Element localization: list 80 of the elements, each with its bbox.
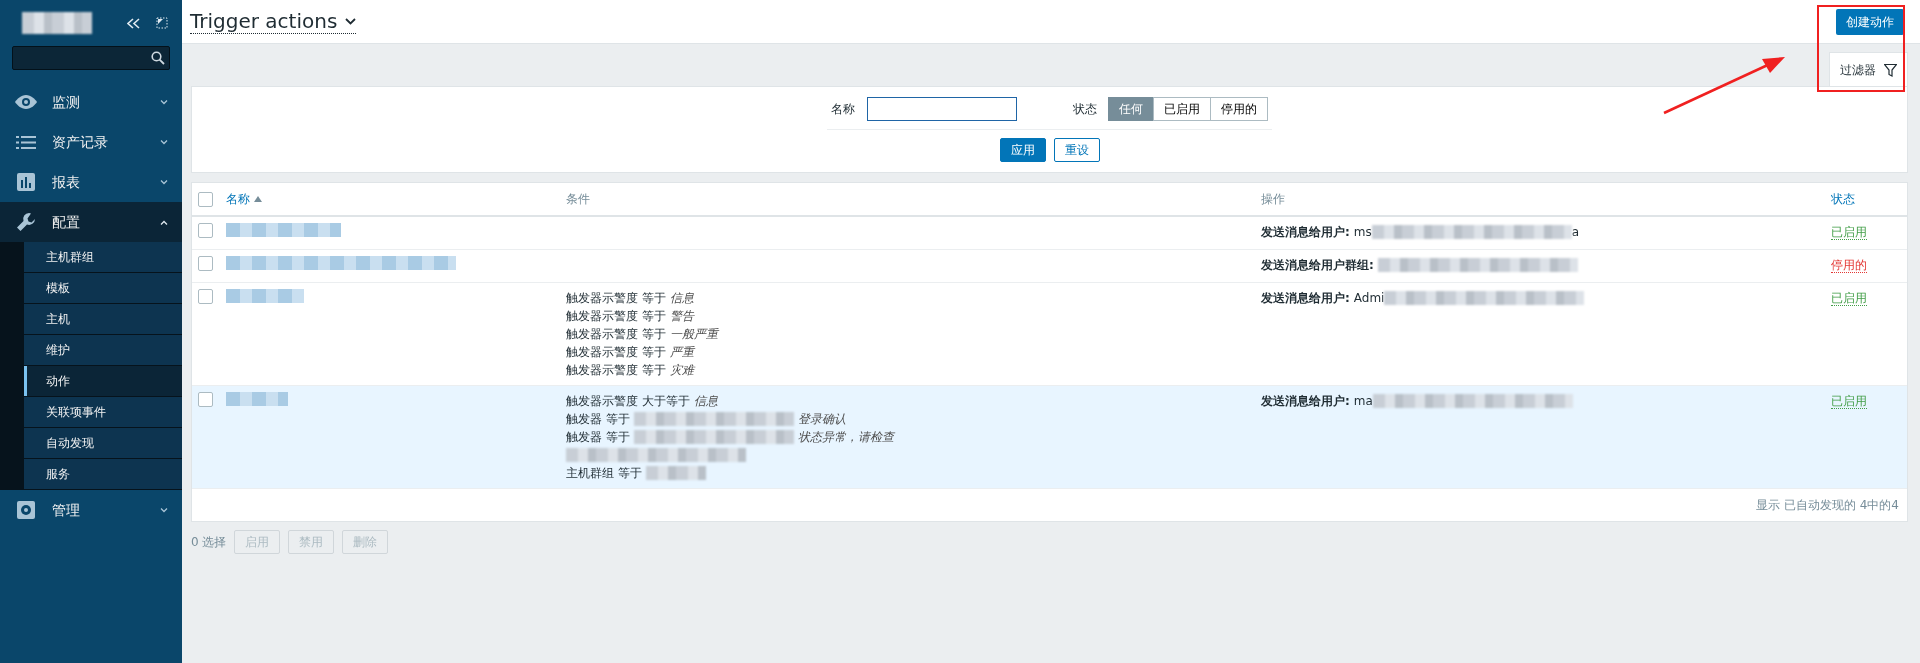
chevron-down-icon: [160, 99, 168, 105]
condition-text: 触发器示警度 等于: [566, 308, 666, 325]
condition-value: 登录确认: [797, 411, 846, 428]
condition-value: 信息: [693, 393, 718, 410]
chevron-down-icon: [160, 507, 168, 513]
filter-icon: [1884, 63, 1897, 77]
chevron-down-icon: [160, 179, 168, 185]
menu-item[interactable]: 资产记录: [0, 122, 182, 162]
submenu-item[interactable]: 服务: [24, 459, 182, 490]
row-checkbox[interactable]: [198, 289, 213, 304]
expand-icon[interactable]: [156, 17, 168, 29]
state-option[interactable]: 停用的: [1210, 97, 1268, 121]
chevron-down-icon: [345, 17, 357, 25]
condition-text: 触发器示警度 等于: [566, 344, 666, 361]
condition-value: 警告: [669, 308, 694, 325]
list-icon: [16, 135, 36, 149]
blurred-logo: [22, 12, 92, 34]
condition-value: 信息: [669, 290, 694, 307]
chevron-up-icon: [160, 219, 168, 225]
page-title[interactable]: Trigger actions: [190, 9, 357, 34]
settings-icon: [17, 501, 35, 519]
recipient-text: ms: [1353, 224, 1372, 241]
column-header-link[interactable]: 名称: [226, 190, 262, 208]
condition-value: 状态异常，请检查: [797, 429, 894, 446]
reset-button[interactable]: 重设: [1053, 138, 1100, 162]
condition-text: 触发器示警度 大于等于: [566, 393, 690, 410]
state-option[interactable]: 已启用: [1153, 97, 1211, 121]
status-link[interactable]: 已启用: [1831, 291, 1868, 306]
menu-item[interactable]: 监测: [0, 82, 182, 122]
condition-value: 灾难: [669, 362, 694, 379]
column-header: 操作: [1261, 192, 1285, 206]
row-checkbox[interactable]: [198, 223, 213, 238]
menu-item[interactable]: 报表: [0, 162, 182, 202]
condition-value: 一般严重: [669, 326, 718, 343]
menu-item[interactable]: 配置: [0, 202, 182, 242]
submenu-item[interactable]: 自动发现: [24, 428, 182, 459]
operation-label: 发送消息给用户群组:: [1261, 257, 1374, 274]
row-checkbox[interactable]: [198, 392, 213, 407]
create-button[interactable]: 创建动作: [1836, 8, 1904, 35]
collapse-icon[interactable]: [127, 17, 140, 29]
field-label: 状态: [1073, 101, 1097, 118]
recipient-text: a: [1571, 224, 1580, 241]
submenu-item[interactable]: 维护: [24, 335, 182, 366]
select-all-checkbox[interactable]: [198, 192, 213, 207]
selection-count: 0 选择: [191, 534, 227, 551]
submenu-item[interactable]: 模板: [24, 273, 182, 304]
recipient-text: ma: [1353, 393, 1373, 410]
condition-value: 严重: [669, 344, 694, 361]
condition-text: 触发器 等于: [566, 429, 630, 446]
wrench-icon: [16, 212, 36, 232]
submenu-item[interactable]: 关联项事件: [24, 397, 182, 428]
name-field[interactable]: [867, 97, 1017, 121]
field-label: 名称: [831, 101, 855, 118]
table-footer-text: 显示 已自动发现的 4中的4: [1756, 497, 1899, 514]
recipient-text: Admi: [1353, 290, 1385, 307]
operation-label: 发送消息给用户:: [1261, 224, 1350, 241]
condition-text: 触发器示警度 等于: [566, 290, 666, 307]
blurred-name: [226, 392, 289, 406]
column-header-link[interactable]: 状态: [1831, 192, 1856, 206]
submenu-item[interactable]: 主机群组: [24, 242, 182, 273]
status-link[interactable]: 已启用: [1831, 225, 1868, 240]
chevron-down-icon: [160, 139, 168, 145]
search-icon: [151, 51, 165, 65]
status-link[interactable]: 停用的: [1831, 258, 1868, 273]
condition-text: 触发器示警度 等于: [566, 326, 666, 343]
condition-text: 触发器 等于: [566, 411, 630, 428]
search-field[interactable]: [12, 46, 170, 70]
filter-tab[interactable]: 过滤器: [1829, 52, 1908, 87]
column-header: 条件: [566, 192, 590, 206]
apply-button[interactable]: 应用: [999, 138, 1046, 162]
submenu-item[interactable]: 主机: [24, 304, 182, 335]
operation-label: 发送消息给用户:: [1261, 290, 1350, 307]
row-checkbox[interactable]: [198, 256, 213, 271]
condition-text: 主机群组 等于: [566, 465, 642, 482]
menu-item[interactable]: 管理: [0, 490, 182, 530]
bar-chart-icon: [17, 173, 35, 191]
condition-text: 触发器示警度 等于: [566, 362, 666, 379]
submenu-item[interactable]: 动作: [24, 366, 182, 397]
eye-icon: [15, 95, 37, 109]
operation-label: 发送消息给用户:: [1261, 393, 1350, 410]
